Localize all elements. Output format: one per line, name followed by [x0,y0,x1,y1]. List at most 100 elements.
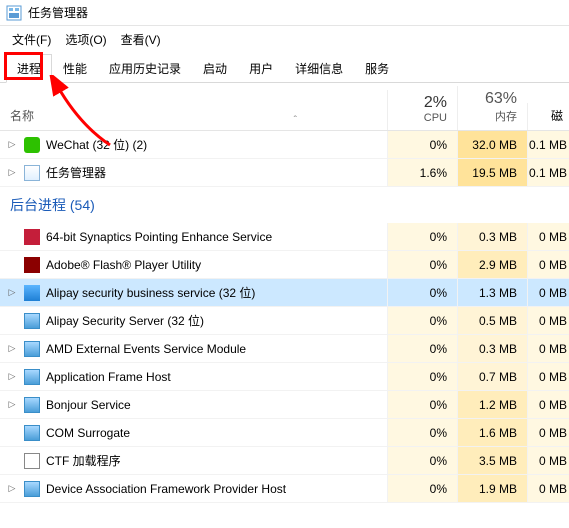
process-row[interactable]: ▷ Bonjour Service0%1.2 MB0 MB [0,391,569,419]
window-title: 任务管理器 [28,4,88,21]
cpu-value: 0% [387,475,457,502]
memory-value: 19.5 MB [457,159,527,186]
memory-value: 0.3 MB [457,223,527,250]
disk-value: 0 MB [527,391,569,418]
process-row[interactable]: Alipay Security Server (32 位)0%0.5 MB0 M… [0,307,569,335]
disk-value: 0 MB [527,363,569,390]
synaptics-icon [24,229,40,245]
column-cpu[interactable]: 2% CPU [387,90,457,130]
memory-value: 1.9 MB [457,475,527,502]
column-name[interactable]: 名称 [0,107,204,130]
app-icon [6,5,22,21]
expand-icon[interactable]: ▷ [0,287,18,298]
memory-value: 0.5 MB [457,307,527,334]
tab-processes[interactable]: 进程 [6,54,52,83]
mem-percent: 63% [468,90,517,108]
tab-bar: 进程 性能 应用历史记录 启动 用户 详细信息 服务 [0,53,569,83]
memory-value: 1.3 MB [457,279,527,306]
cpu-value: 0% [387,223,457,250]
cpu-value: 0% [387,391,457,418]
cpu-value: 0% [387,335,457,362]
process-name: Adobe® Flash® Player Utility [46,258,387,272]
process-row[interactable]: ▷AMD External Events Service Module0%0.3… [0,335,569,363]
disk-value: 0 MB [527,223,569,250]
disk-value: 0 MB [527,279,569,306]
cpu-value: 0% [387,363,457,390]
service-icon [24,313,40,329]
process-name: Alipay security business service (32 位) [46,284,387,301]
tab-users[interactable]: 用户 [238,54,284,83]
alipay1-icon [24,285,40,301]
cpu-value: 0% [387,279,457,306]
process-name: 任务管理器 [46,164,387,181]
process-name: Alipay Security Server (32 位) [46,312,387,329]
column-headers: 名称 ˆ 2% CPU 63% 内存 磁 [0,83,569,131]
menu-file[interactable]: 文件(F) [6,28,57,51]
column-name-label: 名称 [10,107,34,124]
column-disk[interactable]: 磁 [527,103,569,130]
expand-icon[interactable]: ▷ [0,483,18,494]
process-row[interactable]: 64-bit Synaptics Pointing Enhance Servic… [0,223,569,251]
disk-label: 磁 [534,107,563,124]
disk-value: 0 MB [527,419,569,446]
sort-indicator: ˆ [204,115,388,130]
disk-value: 0 MB [527,447,569,474]
expand-icon[interactable]: ▷ [0,343,18,354]
process-name: 64-bit Synaptics Pointing Enhance Servic… [46,230,387,244]
tab-app-history[interactable]: 应用历史记录 [98,54,192,83]
process-row[interactable]: Adobe® Flash® Player Utility0%2.9 MB0 MB [0,251,569,279]
disk-value: 0 MB [527,307,569,334]
cpu-value: 0% [387,131,457,158]
cpu-percent: 2% [398,94,447,112]
memory-value: 32.0 MB [457,131,527,158]
disk-value: 0 MB [527,475,569,502]
process-row[interactable]: ▷ Device Association Framework Provider H… [0,475,569,503]
expand-icon[interactable]: ▷ [0,167,18,178]
tab-details[interactable]: 详细信息 [284,54,354,83]
menubar: 文件(F) 选项(O) 查看(V) [0,26,569,53]
tab-performance[interactable]: 性能 [52,54,98,83]
expand-icon[interactable]: ▷ [0,371,18,382]
ctf-icon [24,453,40,469]
process-row[interactable]: CTF 加载程序0%3.5 MB0 MB [0,447,569,475]
cpu-value: 1.6% [387,159,457,186]
service-icon [24,397,40,413]
disk-value: 0 MB [527,335,569,362]
process-row[interactable]: ▷任务管理器1.6%19.5 MB0.1 MB [0,159,569,187]
memory-value: 3.5 MB [457,447,527,474]
memory-value: 2.9 MB [457,251,527,278]
memory-value: 0.7 MB [457,363,527,390]
service-icon [24,425,40,441]
process-row[interactable]: ▷ WeChat (32 位) (2)0%32.0 MB0.1 MB [0,131,569,159]
process-name: COM Surrogate [46,426,387,440]
cpu-value: 0% [387,251,457,278]
process-name: Device Association Framework Provider Ho… [46,482,387,496]
flash-icon [24,257,40,273]
tab-startup[interactable]: 启动 [192,54,238,83]
service-icon [24,341,40,357]
process-name: Bonjour Service [46,398,387,412]
process-row[interactable]: ▷ Alipay security business service (32 位)… [0,279,569,307]
memory-value: 0.3 MB [457,335,527,362]
cpu-value: 0% [387,307,457,334]
expand-icon[interactable]: ▷ [0,139,18,150]
column-memory[interactable]: 63% 内存 [457,86,527,130]
menu-options[interactable]: 选项(O) [59,28,112,51]
disk-value: 0.1 MB [527,131,569,158]
process-name: WeChat (32 位) (2) [46,136,387,153]
taskmgr-icon [24,165,40,181]
process-name: Application Frame Host [46,370,387,384]
wechat-icon [24,137,40,153]
process-row[interactable]: ▷ Application Frame Host0%0.7 MB0 MB [0,363,569,391]
cpu-value: 0% [387,447,457,474]
process-row[interactable]: COM Surrogate0%1.6 MB0 MB [0,419,569,447]
menu-view[interactable]: 查看(V) [115,28,167,51]
cpu-label: CPU [398,112,447,124]
section-background-processes: 后台进程 (54) [0,187,569,223]
process-name: CTF 加载程序 [46,452,387,469]
expand-icon[interactable]: ▷ [0,399,18,410]
mem-label: 内存 [468,108,517,124]
memory-value: 1.2 MB [457,391,527,418]
service-icon [24,369,40,385]
tab-services[interactable]: 服务 [354,54,400,83]
